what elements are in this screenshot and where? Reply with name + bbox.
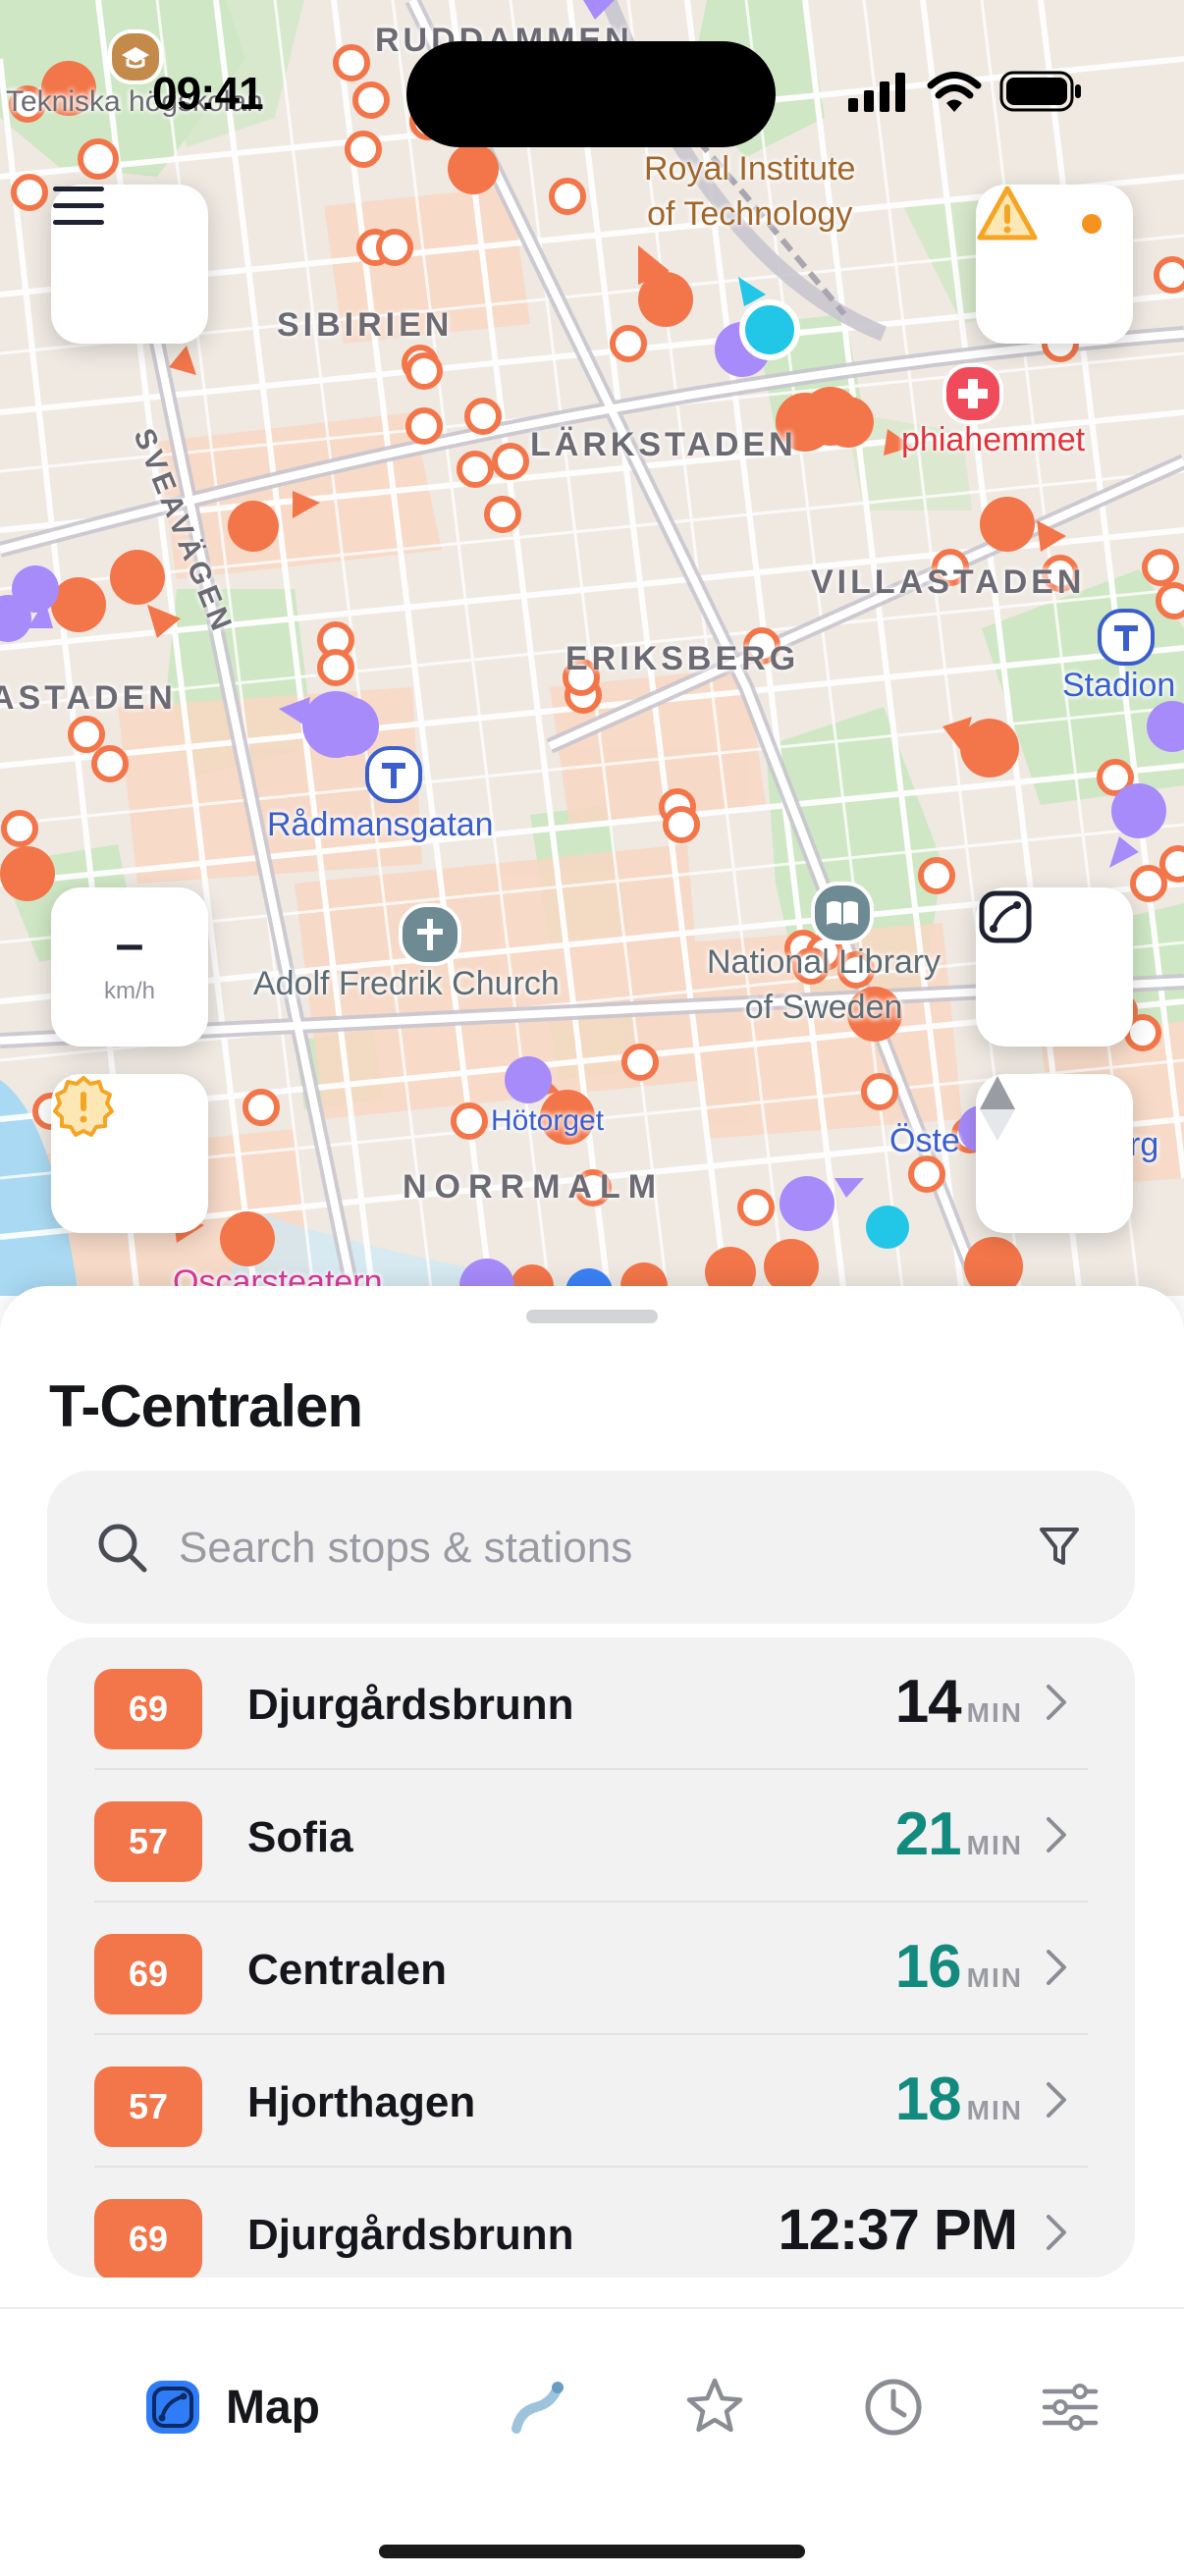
route-icon	[511, 2382, 564, 2434]
battery-icon	[999, 71, 1081, 112]
speed-indicator: – km/h	[51, 887, 208, 1046]
station-title: T-Centralen	[49, 1373, 363, 1439]
line-badge: 69	[94, 1934, 202, 2014]
tab-map-label: Map	[226, 2381, 320, 2434]
departure-time: 21 MIN	[895, 1799, 1023, 1869]
badge-alert-icon	[53, 1076, 114, 1137]
chevron-right-icon	[1047, 1685, 1066, 1720]
line-badge: 69	[94, 1669, 202, 1749]
compass-button[interactable]	[976, 1074, 1133, 1233]
sheet-grabber[interactable]	[526, 1310, 658, 1323]
home-indicator	[379, 2545, 805, 2558]
destination: Sofia	[247, 1813, 353, 1861]
departure-row[interactable]: 69 Djurgårdsbrunn 14 MIN	[94, 1637, 1088, 1770]
destination: Centralen	[247, 1946, 447, 1994]
departure-time: 16 MIN	[895, 1932, 1023, 2002]
status-time: 09:41	[152, 68, 264, 119]
line-badge: 57	[94, 1801, 202, 1882]
library-pin-icon[interactable]	[811, 882, 874, 944]
destination: Djurgårdsbrunn	[247, 2211, 574, 2259]
poi-label-ostermalm-tail: rg	[1129, 1126, 1159, 1163]
station-sheet[interactable]: T-Centralen 69 Djurgårdsbrunn 14MIN 57 S…	[0, 1286, 1184, 2307]
eta-value: 12:37 PM	[778, 2198, 1018, 2262]
speed-value: –	[115, 916, 144, 973]
poi-label-royal-institute[interactable]: Royal Institute of Technology	[644, 147, 855, 238]
chevron-right-icon	[1047, 2082, 1066, 2118]
departure-row[interactable]: 57 Hjorthagen 18 MIN	[94, 2035, 1088, 2168]
area-label-eriksberg: ERIKSBERG	[565, 640, 800, 677]
poi-label-hotorget[interactable]: Hötorget	[491, 1101, 604, 1142]
route-planner-button[interactable]	[976, 887, 1133, 1046]
eta-value: 16	[894, 1933, 962, 2001]
clock-icon	[865, 2379, 922, 2436]
speed-unit: km/h	[103, 978, 155, 1004]
destination: Hjorthagen	[247, 2078, 476, 2126]
hamburger-icon	[53, 187, 104, 225]
area-label-astaden: ASTADEN	[0, 679, 177, 717]
map-icon	[146, 2381, 199, 2434]
departure-time: 18 MIN	[895, 2065, 1023, 2134]
church-pin-icon[interactable]	[399, 903, 461, 966]
menu-button[interactable]	[51, 185, 208, 344]
alert-notification-dot	[1082, 214, 1102, 234]
cellular-signal-icon	[848, 73, 905, 112]
chevron-right-icon	[1047, 1950, 1066, 1985]
hospital-pin-icon[interactable]	[942, 363, 1003, 424]
poi-label-national-library[interactable]: National Library of Sweden	[707, 940, 941, 1031]
departure-row[interactable]: 69 Centralen 16 MIN	[94, 1903, 1088, 2035]
chevron-right-icon	[1047, 2215, 1066, 2250]
eta-unit: MIN	[966, 1830, 1023, 1860]
tab-favorites[interactable]	[683, 2368, 746, 2446]
status-bar: 09:41	[0, 0, 1184, 147]
tab-history[interactable]	[862, 2368, 925, 2446]
disruptions-button[interactable]	[51, 1074, 208, 1233]
alerts-button[interactable]	[976, 185, 1133, 344]
tab-map[interactable]: Map	[143, 2368, 320, 2446]
map-view[interactable]: RUDDAMMEN SIBIRIEN LÄRKSTADEN VILLASTADE…	[0, 0, 1184, 1296]
metro-station-radmansgatan-icon[interactable]	[365, 746, 422, 803]
departures-list[interactable]: 69 Djurgårdsbrunn 14 MIN 57 Sofia 21 MIN 6…	[47, 1637, 1135, 2278]
tab-routes[interactable]	[507, 2368, 569, 2446]
search-icon	[98, 1524, 147, 1573]
area-label-sibirien: SIBIRIEN	[277, 306, 454, 344]
eta-unit: MIN	[966, 1962, 1023, 1993]
eta-unit: MIN	[966, 1697, 1023, 1728]
area-label-villastaden: VILLASTADEN	[811, 564, 1086, 601]
area-label-norrmalm: NORRMALM	[403, 1168, 665, 1206]
eta-value: 18	[894, 2066, 962, 2133]
chevron-right-icon	[1047, 1817, 1066, 1852]
warning-icon	[977, 186, 1038, 241]
route-square-icon	[979, 890, 1032, 943]
search-input[interactable]	[177, 1471, 1025, 1626]
area-label-larkstaden: LÄRKSTADEN	[530, 426, 797, 463]
search-bar[interactable]	[47, 1471, 1135, 1626]
star-icon	[686, 2378, 743, 2433]
destination: Djurgårdsbrunn	[247, 1681, 574, 1729]
dynamic-island	[406, 41, 776, 147]
eta-value: 14	[894, 1668, 962, 1736]
tab-bar: Map	[0, 2307, 1184, 2576]
poi-label-sophiahemmet[interactable]: phiahemmet	[901, 418, 1085, 463]
departure-row[interactable]: 69 Djurgårdsbrunn 12:37 PM	[94, 2168, 1088, 2278]
tab-settings[interactable]	[1039, 2368, 1102, 2446]
metro-station-stadion-icon[interactable]	[1098, 609, 1155, 666]
filter-icon[interactable]	[1039, 1526, 1080, 1569]
poi-label-stadion[interactable]: Stadion	[1062, 664, 1175, 709]
wifi-icon	[927, 72, 982, 112]
departure-time: 14 MIN	[895, 1667, 1023, 1737]
poi-label-ostermalm[interactable]: Öste	[889, 1119, 960, 1164]
line-badge: 69	[94, 2199, 202, 2278]
sliders-icon	[1042, 2384, 1099, 2431]
eta-value: 21	[894, 1800, 962, 1868]
departure-row[interactable]: 57 Sofia 21 MIN	[94, 1770, 1088, 1903]
poi-label-radmansgatan[interactable]: Rådmansgatan	[267, 803, 494, 848]
eta-unit: MIN	[966, 2095, 1023, 2125]
line-badge: 57	[94, 2066, 202, 2147]
poi-label-adolf-fredrik-church[interactable]: Adolf Fredrik Church	[253, 962, 560, 1007]
compass-icon	[980, 1076, 1015, 1141]
departure-time: 12:37 PM	[779, 2197, 1023, 2263]
